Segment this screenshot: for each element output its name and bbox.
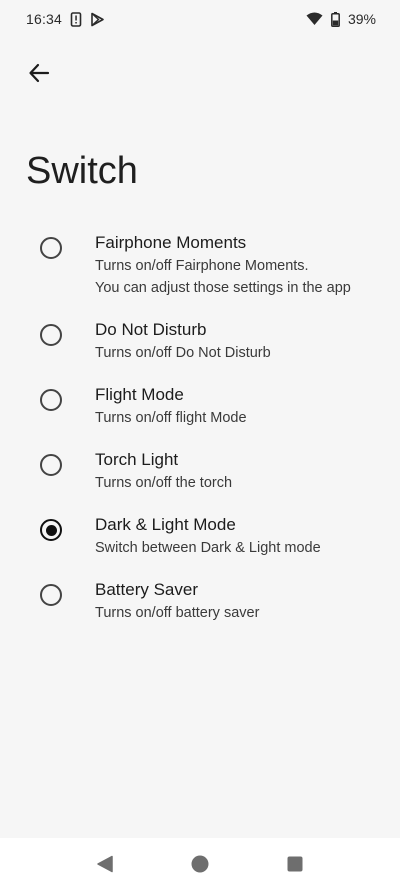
radio-button[interactable] bbox=[40, 324, 62, 346]
options-list: Fairphone Moments Turns on/off Fairphone… bbox=[0, 222, 400, 634]
page-title: Switch bbox=[26, 150, 138, 192]
option-torch-light[interactable]: Torch Light Turns on/off the torch bbox=[0, 439, 400, 504]
recents-square-icon bbox=[287, 856, 303, 872]
option-description: Turns on/off flight Mode bbox=[95, 410, 247, 426]
radio-button[interactable] bbox=[40, 389, 62, 411]
back-button[interactable] bbox=[24, 58, 54, 88]
option-description: Turns on/off Do Not Disturb bbox=[95, 345, 271, 361]
option-title: Do Not Disturb bbox=[95, 320, 207, 339]
option-title: Dark & Light Mode bbox=[95, 515, 236, 534]
option-title: Flight Mode bbox=[95, 385, 184, 404]
option-text: Torch Light Turns on/off the torch bbox=[95, 449, 232, 494]
option-do-not-disturb[interactable]: Do Not Disturb Turns on/off Do Not Distu… bbox=[0, 309, 400, 374]
navigation-bar bbox=[0, 838, 400, 890]
option-title: Torch Light bbox=[95, 450, 179, 469]
battery-percent: 39% bbox=[347, 11, 376, 27]
option-title: Battery Saver bbox=[95, 580, 198, 599]
status-bar: 16:34 39% bbox=[0, 0, 400, 38]
option-fairphone-moments[interactable]: Fairphone Moments Turns on/off Fairphone… bbox=[0, 222, 400, 309]
battery-icon bbox=[331, 11, 340, 27]
option-text: Do Not Disturb Turns on/off Do Not Distu… bbox=[95, 319, 271, 364]
nav-recents-button[interactable] bbox=[275, 844, 315, 884]
nav-home-button[interactable] bbox=[180, 844, 220, 884]
option-description: Switch between Dark & Light mode bbox=[95, 540, 321, 556]
option-text: Battery Saver Turns on/off battery saver bbox=[95, 579, 259, 624]
option-text: Fairphone Moments Turns on/off Fairphone… bbox=[95, 232, 351, 299]
radio-dot bbox=[45, 524, 57, 536]
option-dark-light-mode[interactable]: Dark & Light Mode Switch between Dark & … bbox=[0, 504, 400, 569]
phone-alert-icon bbox=[70, 11, 82, 27]
radio-button-selected[interactable] bbox=[40, 519, 62, 541]
home-circle-icon bbox=[191, 855, 209, 873]
status-time: 16:34 bbox=[26, 11, 63, 27]
radio-button[interactable] bbox=[40, 237, 62, 259]
option-title: Fairphone Moments bbox=[95, 233, 247, 252]
option-battery-saver[interactable]: Battery Saver Turns on/off battery saver bbox=[0, 569, 400, 634]
play-store-icon bbox=[90, 12, 105, 27]
status-left: 16:34 bbox=[26, 11, 105, 27]
radio-button[interactable] bbox=[40, 454, 62, 476]
radio-button[interactable] bbox=[40, 584, 62, 606]
option-text: Dark & Light Mode Switch between Dark & … bbox=[95, 514, 321, 559]
wifi-icon bbox=[306, 12, 323, 26]
nav-back-button[interactable] bbox=[85, 844, 125, 884]
option-description: Turns on/off the torch bbox=[95, 475, 233, 491]
option-flight-mode[interactable]: Flight Mode Turns on/off flight Mode bbox=[0, 374, 400, 439]
status-right: 39% bbox=[306, 11, 376, 27]
option-description: Turns on/off battery saver bbox=[95, 605, 260, 621]
back-triangle-icon bbox=[97, 855, 114, 873]
option-text: Flight Mode Turns on/off flight Mode bbox=[95, 384, 247, 429]
arrow-left-icon bbox=[29, 63, 50, 83]
option-description: Turns on/off Fairphone Moments. You can … bbox=[95, 258, 351, 296]
